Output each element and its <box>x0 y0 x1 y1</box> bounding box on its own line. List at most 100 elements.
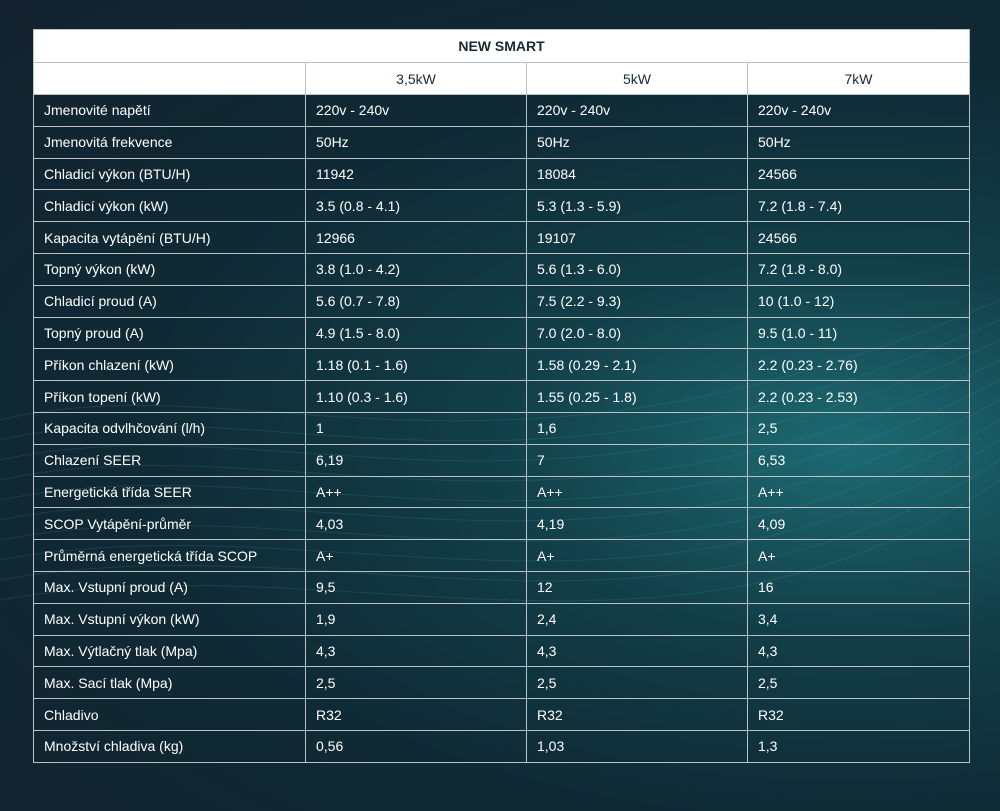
row-label: Max. Vstupní proud (A) <box>33 570 306 604</box>
column-header-7kw: 7kW <box>746 62 971 95</box>
row-label: Kapacita vytápění (BTU/H) <box>33 221 306 254</box>
table-row: Chladicí výkon (kW) 3.5 (0.8 - 4.1) 5.3 (1… <box>33 189 971 223</box>
table-row: Max. Vstupní proud (A) 9,5 12 16 <box>33 570 971 604</box>
table-cell: 7.2 (1.8 - 7.4) <box>746 189 971 223</box>
table-cell: 16 <box>746 570 971 604</box>
table-cell: 18084 <box>526 157 748 191</box>
table-cell: 4,3 <box>746 634 971 668</box>
table-cell: 4,03 <box>305 507 527 541</box>
table-cell: 12 <box>526 570 748 604</box>
row-label: Jmenovitá frekvence <box>33 125 306 159</box>
row-label: Energetická třída SEER <box>33 475 306 509</box>
table-cell: 24566 <box>746 157 971 191</box>
table-cell: 5.6 (0.7 - 7.8) <box>305 284 527 318</box>
table-cell: 4.9 (1.5 - 8.0) <box>305 316 527 350</box>
table-cell: 1,6 <box>526 411 748 445</box>
table-row: Max. Výtlačný tlak (Mpa) 4,3 4,3 4,3 <box>33 634 971 668</box>
row-label: Jmenovité napětí <box>33 94 306 127</box>
table-cell: 2,5 <box>526 666 748 700</box>
table-row: Průměrná energetická třída SCOP A+ A+ A+ <box>33 539 971 572</box>
table-cell: 1,9 <box>305 602 527 636</box>
table-row: Topný proud (A) 4.9 (1.5 - 8.0) 7.0 (2.0 -… <box>33 316 971 350</box>
table-row: Chladicí proud (A) 5.6 (0.7 - 7.8) 7.5 (2.… <box>33 284 971 318</box>
row-label: Chladivo <box>33 698 306 731</box>
table-cell: 1 <box>305 411 527 445</box>
table-cell: 1.55 (0.25 - 1.8) <box>526 380 748 413</box>
table-cell: A+ <box>305 539 527 572</box>
table-row: Kapacita odvlhčování (l/h) 1 1,6 2,5 <box>33 411 971 445</box>
row-label: Topný výkon (kW) <box>33 252 306 286</box>
table-row: SCOP Vytápění-průměr 4,03 4,19 4,09 <box>33 507 971 541</box>
table-cell: R32 <box>746 698 971 731</box>
table-cell: 220v - 240v <box>526 94 748 127</box>
row-label: Příkon chlazení (kW) <box>33 348 306 382</box>
table-cell: 7.2 (1.8 - 8.0) <box>746 252 971 286</box>
table-cell: 0,56 <box>305 729 527 763</box>
table-row: Jmenovité napětí 220v - 240v 220v - 240v 22… <box>33 94 971 127</box>
table-cell: 6,19 <box>305 443 527 477</box>
table-cell: A+ <box>526 539 748 572</box>
table-cell: 50Hz <box>746 125 971 159</box>
table-cell: 3.8 (1.0 - 4.2) <box>305 252 527 286</box>
table-row: Chladicí výkon (BTU/H) 11942 18084 24566 <box>33 157 971 191</box>
table-cell: 2,5 <box>305 666 527 700</box>
table-cell: 2,5 <box>746 411 971 445</box>
table-cell: 7 <box>526 443 748 477</box>
table-cell: 1,03 <box>526 729 748 763</box>
table-cell: A++ <box>526 475 748 509</box>
table-cell: 4,3 <box>305 634 527 668</box>
table-cell: 2.2 (0.23 - 2.76) <box>746 348 971 382</box>
table-cell: 7.5 (2.2 - 9.3) <box>526 284 748 318</box>
row-label: Chladicí výkon (kW) <box>33 189 306 223</box>
table-cell: 4,19 <box>526 507 748 541</box>
row-label: Příkon topení (kW) <box>33 380 306 413</box>
table-cell: 1.10 (0.3 - 1.6) <box>305 380 527 413</box>
table-title-row: NEW SMART <box>32 29 971 63</box>
table-cell: 4,3 <box>526 634 748 668</box>
table-cell: R32 <box>526 698 748 731</box>
table-body: Jmenovité napětí 220v - 240v 220v - 240v 22… <box>33 94 971 763</box>
table-row: Chladivo R32 R32 R32 <box>33 698 971 731</box>
row-label: Kapacita odvlhčování (l/h) <box>33 411 306 445</box>
table-row: Max. Sací tlak (Mpa) 2,5 2,5 2,5 <box>33 666 971 700</box>
row-label: Max. Výtlačný tlak (Mpa) <box>33 634 306 668</box>
table-cell: A+ <box>746 539 971 572</box>
table-row: Příkon topení (kW) 1.10 (0.3 - 1.6) 1.55 (… <box>33 380 971 413</box>
table-cell: 11942 <box>305 157 527 191</box>
table-cell: 3.5 (0.8 - 4.1) <box>305 189 527 223</box>
table-row: Příkon chlazení (kW) 1.18 (0.1 - 1.6) 1.58… <box>33 348 971 382</box>
table-cell: A++ <box>305 475 527 509</box>
table-cell: 2,4 <box>526 602 748 636</box>
row-label: Chlazení SEER <box>33 443 306 477</box>
table-cell: 3,4 <box>746 602 971 636</box>
table-row: Energetická třída SEER A++ A++ A++ <box>33 475 971 509</box>
table-cell: 1.18 (0.1 - 1.6) <box>305 348 527 382</box>
table-cell: 1.58 (0.29 - 2.1) <box>526 348 748 382</box>
table-cell: 2,5 <box>746 666 971 700</box>
table-header-row: 3,5kW 5kW 7kW <box>33 62 971 95</box>
row-label: Chladicí výkon (BTU/H) <box>33 157 306 191</box>
row-label: Topný proud (A) <box>33 316 306 350</box>
table-cell: A++ <box>746 475 971 509</box>
row-label: Chladicí proud (A) <box>33 284 306 318</box>
table-cell: R32 <box>305 698 527 731</box>
table-cell: 1,3 <box>746 729 971 763</box>
table-cell: 50Hz <box>526 125 748 159</box>
table-row: Topný výkon (kW) 3.8 (1.0 - 4.2) 5.6 (1.3 … <box>33 252 971 286</box>
table-row: Jmenovitá frekvence 50Hz 50Hz 50Hz <box>33 125 971 159</box>
table-cell: 12966 <box>305 221 527 254</box>
table-row: Množství chladiva (kg) 0,56 1,03 1,3 <box>33 729 971 763</box>
table-title: NEW SMART <box>32 29 971 63</box>
table-cell: 50Hz <box>305 125 527 159</box>
column-header-label <box>33 62 306 95</box>
column-header-3-5kw: 3,5kW <box>305 62 527 95</box>
table-row: Max. Vstupní výkon (kW) 1,9 2,4 3,4 <box>33 602 971 636</box>
table-cell: 220v - 240v <box>305 94 527 127</box>
table-cell: 5.3 (1.3 - 5.9) <box>526 189 748 223</box>
table-cell: 4,09 <box>746 507 971 541</box>
table-cell: 5.6 (1.3 - 6.0) <box>526 252 748 286</box>
table-cell: 2.2 (0.23 - 2.53) <box>746 380 971 413</box>
table-cell: 220v - 240v <box>746 94 971 127</box>
table-cell: 9,5 <box>305 570 527 604</box>
row-label: Průměrná energetická třída SCOP <box>33 539 306 572</box>
